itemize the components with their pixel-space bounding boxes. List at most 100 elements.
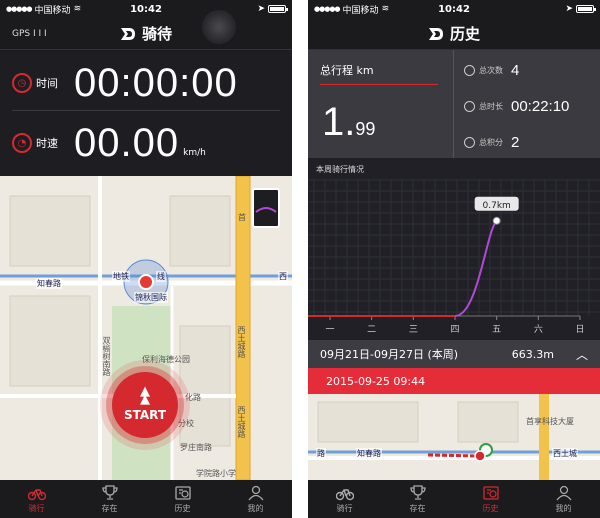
- tab-label: 骑行: [28, 503, 45, 513]
- divider: [12, 110, 280, 111]
- nav-title: 骑待: [141, 25, 172, 43]
- week-summary-bar[interactable]: 09月21日-09月27日 (本周) 663.3m ︿: [308, 340, 600, 368]
- summary-stats: 总次数 4 总时长 00:22:10 总积分 2: [454, 50, 600, 158]
- tab-bar: 骑行 存在 历史 我的: [0, 480, 292, 518]
- x-tick-label: 五: [492, 325, 501, 335]
- map-label: 知春路: [36, 278, 62, 289]
- history-summary: 总行程 km 1.99 总次数 4 总时长 00:22:10 总积分 2: [308, 50, 600, 158]
- data-label: 0.7km: [483, 201, 511, 211]
- time-value: 00:00:00: [74, 60, 238, 105]
- trophy-icon: [409, 484, 426, 500]
- x-tick-label: 六: [534, 323, 543, 335]
- tab-ride[interactable]: 骑行: [308, 480, 381, 518]
- tab-history[interactable]: 历史: [146, 480, 219, 518]
- app-logo-icon: [120, 27, 135, 40]
- app-logo-icon: [428, 27, 443, 40]
- tab-label: 骑行: [336, 503, 353, 513]
- user-icon: [247, 485, 264, 500]
- map-label: 首: [238, 213, 246, 222]
- stat-value: 00:22:10: [511, 97, 570, 115]
- start-button[interactable]: ▲ ▲ START: [112, 372, 178, 438]
- tab-label: 我的: [247, 503, 264, 513]
- assistive-touch-button[interactable]: [202, 10, 236, 44]
- speed-label: 时速: [36, 137, 58, 150]
- status-time: 10:42: [438, 3, 470, 15]
- map-label: 学院路小学: [196, 469, 236, 478]
- count-icon: [464, 64, 475, 76]
- total-distance-value: 1.99: [322, 100, 376, 144]
- week-range: 09月21日-09月27日 (本周): [320, 348, 459, 361]
- total-distance-block: 总行程 km 1.99: [308, 50, 454, 158]
- ride-record-row[interactable]: 2015-09-25 09:44: [308, 368, 600, 394]
- stat-label: 总积分: [479, 137, 503, 147]
- map-label: 化路: [185, 393, 201, 402]
- phone-screen-history: ●●●●● 中国移动 ≋ 10:42 ➤ 历史 总行程 km 1.99 总次数 …: [308, 0, 600, 518]
- map-label: 双榆树南路: [102, 336, 111, 376]
- gps-indicator: GPS I I I: [12, 28, 47, 39]
- stat-value: 4: [511, 61, 520, 79]
- history-icon: [174, 485, 191, 500]
- speed-unit: km/h: [183, 148, 206, 158]
- map-label: 西: [278, 271, 288, 282]
- stat-label: 总次数: [479, 65, 503, 75]
- map-label: 路: [316, 448, 326, 459]
- stat-count: 总次数 4: [454, 54, 600, 86]
- x-tick-label: 一: [325, 325, 334, 335]
- status-bar: ●●●●● 中国移动 ≋ 10:42 ➤: [308, 0, 600, 18]
- x-tick-label: 三: [409, 325, 418, 335]
- chevron-up-icon[interactable]: ︿: [576, 346, 588, 363]
- nav-bar: GPS I I I 骑待: [0, 10, 292, 50]
- chevron-up-icon: ▲ ▲: [140, 384, 150, 407]
- tab-label: 历史: [482, 503, 499, 513]
- x-tick-label: 日: [575, 324, 584, 335]
- battery-icon: [576, 5, 596, 13]
- map-label: 西土城: [552, 448, 578, 459]
- trophy-icon: [101, 484, 118, 500]
- nav-title: 历史: [449, 25, 480, 43]
- map-label: 西土城路: [237, 406, 246, 438]
- user-icon: [555, 485, 572, 500]
- weekly-chart: 本周骑行情况 一二三四五六日 0.7km: [308, 158, 600, 340]
- route-map-view[interactable]: 首享科技大厦 西土城 知春路 路: [308, 394, 600, 480]
- map-label: 罗庄南路: [180, 443, 212, 452]
- tab-achievements[interactable]: 存在: [381, 480, 454, 518]
- ride-stats-panel: ◷ 时间 00:00:00 ◔ 时速 00.00 km/h: [0, 50, 292, 176]
- chart-canvas: 一 二 三 四 五 六 日 0.7km: [308, 179, 600, 335]
- bicycle-icon: [335, 488, 354, 500]
- time-row: ◷ 时间 00:00:00: [0, 56, 292, 110]
- speedometer-icon: ◔: [12, 133, 32, 153]
- underline: [320, 84, 438, 85]
- stat-value: 2: [511, 133, 520, 151]
- tab-profile[interactable]: 我的: [527, 480, 600, 518]
- tab-achievements[interactable]: 存在: [73, 480, 146, 518]
- tab-label: 存在: [101, 503, 118, 513]
- status-bar: ●●●●● 中国移动 ≋ 10:42 ➤: [0, 0, 292, 18]
- map-label: 保利海德公园: [142, 355, 190, 364]
- tab-label: 我的: [555, 503, 572, 513]
- phone-screen-riding: ●●●●● 中国移动 ≋ 10:42 ➤ GPS I I I 骑待 ◷ 时间 0…: [0, 0, 292, 518]
- tab-ride[interactable]: 骑行: [0, 480, 73, 518]
- x-tick-label: 二: [367, 325, 376, 335]
- map-label: 地铁: [112, 271, 130, 282]
- map-label: 锦秋国际: [134, 292, 168, 303]
- route-preview-thumbnail[interactable]: [252, 188, 280, 228]
- ride-date: 2015-09-25 09:44: [326, 374, 426, 388]
- bicycle-icon: [27, 488, 46, 500]
- total-distance-label: 总行程 km: [320, 64, 374, 77]
- stat-points: 总积分 2: [454, 126, 600, 158]
- clock-icon: [464, 100, 475, 112]
- stat-label: 总时长: [479, 101, 503, 111]
- map-label: 线: [156, 271, 166, 282]
- map-label: 分校: [178, 419, 194, 428]
- star-icon: [464, 136, 475, 148]
- nav-bar: 历史: [308, 18, 600, 50]
- data-point: [492, 216, 501, 225]
- speed-value: 00.00: [74, 120, 180, 165]
- tab-profile[interactable]: 我的: [219, 480, 292, 518]
- route-chart-icon: [255, 207, 277, 213]
- tab-history[interactable]: 历史: [454, 480, 527, 518]
- week-total: 663.3m: [511, 347, 554, 361]
- map-label: 首享科技大厦: [526, 417, 574, 426]
- status-time: 10:42: [130, 3, 162, 15]
- start-label: START: [123, 408, 167, 422]
